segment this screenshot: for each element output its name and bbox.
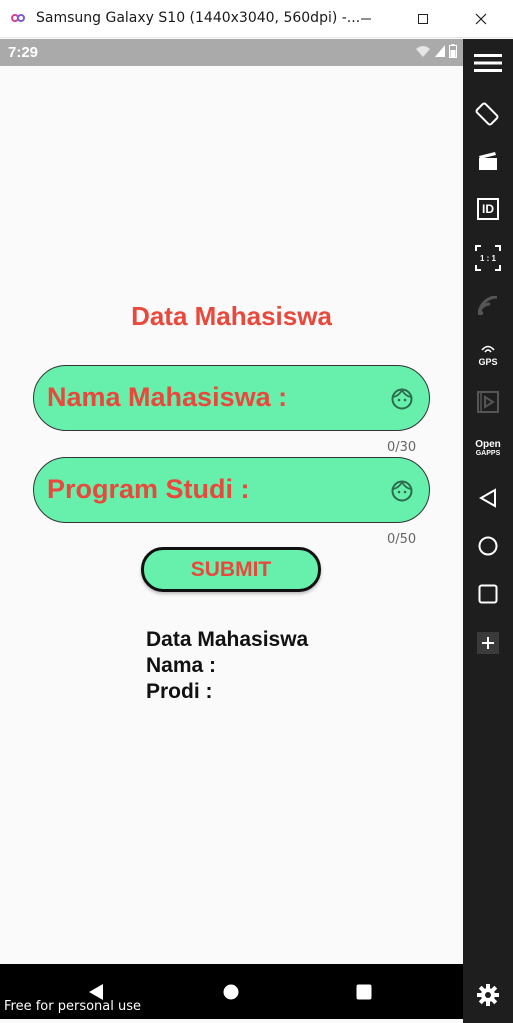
back-button[interactable] — [463, 478, 513, 518]
nama-mahasiswa-field[interactable]: Nama Mahasiswa : — [33, 365, 430, 431]
face-icon — [391, 479, 413, 502]
status-icons — [415, 44, 457, 58]
id-button[interactable]: ID — [463, 189, 513, 229]
back-icon — [479, 488, 496, 508]
close-button[interactable] — [455, 0, 507, 38]
nav-home-button[interactable] — [201, 964, 261, 1019]
resize-label: 1 : 1 — [479, 254, 496, 263]
open-gapps-icon: Open GAPPS — [475, 440, 501, 458]
status-bar: 7:29 — [0, 39, 463, 66]
recents-square-icon — [356, 984, 372, 999]
page-title: Data Mahasiswa — [131, 301, 332, 331]
nama-char-counter: 0/30 — [387, 440, 417, 455]
wifi-signal-icon — [416, 46, 430, 57]
open-gapps-button[interactable]: Open GAPPS — [463, 429, 513, 469]
rotate-button[interactable] — [463, 94, 513, 134]
id-icon: ID — [477, 198, 499, 220]
settings-icon — [477, 984, 499, 1006]
prodi-char-counter: 0/50 — [387, 532, 417, 547]
submit-button[interactable]: SUBMIT — [141, 547, 321, 592]
result-panel: Data Mahasiswa Nama : Prodi : — [146, 627, 308, 705]
media-icon — [477, 391, 499, 413]
open-label: Open — [475, 439, 501, 450]
program-studi-field[interactable]: Program Studi : — [33, 457, 430, 523]
id-label: ID — [482, 201, 494, 216]
watermark-text: Free for personal use — [4, 999, 142, 1014]
cell-signal-icon — [435, 45, 445, 57]
program-studi-label: Program Studi : — [47, 474, 250, 504]
add-icon — [477, 632, 499, 654]
emulator-window: Samsung Galaxy S10 (1440x3040, 560dpi) -… — [0, 0, 513, 1023]
media-button[interactable] — [463, 382, 513, 422]
result-nama: Nama : — [146, 654, 217, 677]
resize-button[interactable]: 1 : 1 — [463, 238, 513, 278]
nama-mahasiswa-label: Nama Mahasiswa : — [47, 382, 288, 412]
emulator-toolbar: ID 1 : 1 GPS Open GAPPS — [463, 39, 513, 1023]
minimize-button[interactable] — [340, 0, 392, 38]
result-prodi: Prodi : — [146, 680, 213, 703]
home-button[interactable] — [463, 526, 513, 566]
window-title: Samsung Galaxy S10 (1440x3040, 560dpi) -… — [36, 10, 361, 26]
gps-label: GPS — [478, 356, 498, 367]
home-circle-icon — [223, 984, 239, 999]
maximize-button[interactable] — [397, 0, 449, 38]
maximize-icon — [418, 14, 428, 24]
settings-button[interactable] — [463, 975, 513, 1015]
gps-icon: GPS — [478, 340, 498, 367]
result-title: Data Mahasiswa — [146, 628, 309, 651]
face-icon — [391, 387, 413, 410]
battery-icon — [449, 44, 457, 58]
wifi-icon — [478, 296, 498, 316]
wifi-button[interactable] — [463, 286, 513, 326]
phone-screen: 7:29 Data Mahasiswa Nama Mahasiswa : 0/3… — [0, 39, 463, 1019]
screencast-icon — [479, 152, 497, 170]
recents-button[interactable] — [463, 574, 513, 614]
gapps-label: GAPPS — [475, 450, 501, 457]
screencast-button[interactable] — [463, 141, 513, 181]
plus-icon — [482, 637, 494, 649]
menu-icon — [474, 54, 502, 72]
home-icon — [478, 536, 498, 556]
menu-button[interactable] — [463, 43, 513, 83]
close-icon — [475, 13, 487, 25]
resize-icon: 1 : 1 — [475, 245, 501, 271]
add-button[interactable] — [463, 623, 513, 663]
app-logo-icon — [11, 14, 25, 22]
back-triangle-icon — [89, 983, 103, 1000]
gps-signal-icon — [481, 345, 495, 353]
status-time: 7:29 — [8, 44, 39, 61]
recents-icon — [478, 584, 498, 604]
nav-recents-button[interactable] — [334, 964, 394, 1019]
title-bar: Samsung Galaxy S10 (1440x3040, 560dpi) -… — [0, 0, 513, 38]
rotate-icon — [475, 102, 499, 126]
minimize-icon — [361, 18, 371, 20]
gps-button[interactable]: GPS — [463, 333, 513, 373]
